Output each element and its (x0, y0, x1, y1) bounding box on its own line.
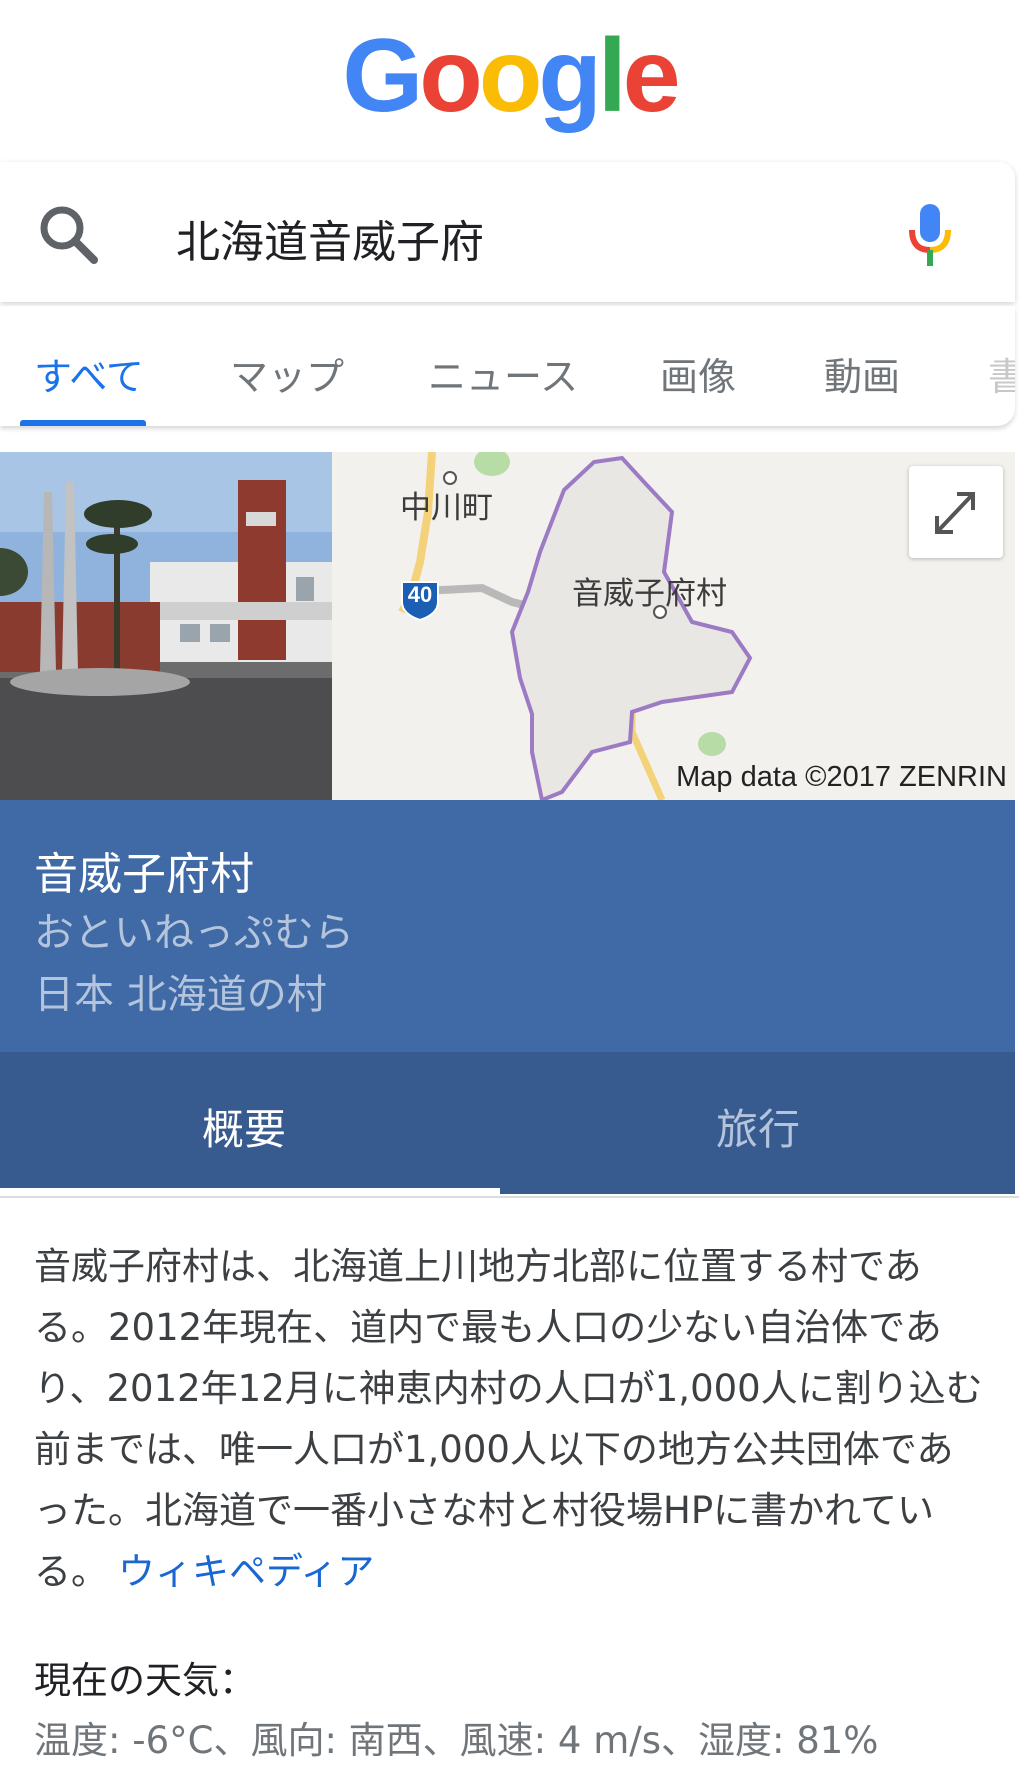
tab-books[interactable]: 書 (988, 346, 1015, 401)
logo-letter: g (538, 18, 602, 134)
entity-type: 日本 北海道の村 (34, 972, 327, 1018)
logo-letter: o (419, 18, 483, 134)
divider (0, 1196, 1019, 1198)
entity-tabs: 概要 旅行 (0, 1052, 1015, 1194)
logo-letter: o (478, 18, 543, 134)
tab-maps[interactable]: マップ (230, 346, 344, 401)
google-logo: Google (0, 14, 1019, 139)
description-text: 音威子府村は、北海道上川地方北部に位置する村である。2012年現在、道内で最も人… (34, 1245, 983, 1593)
tab-travel[interactable]: 旅行 (716, 1096, 800, 1157)
tab-videos[interactable]: 動画 (824, 346, 900, 401)
wikipedia-link[interactable]: ウィキペディア (118, 1550, 374, 1593)
mic-icon[interactable] (906, 200, 954, 270)
search-tabs: すべて マップ ニュース 画像 動画 書 (0, 306, 1015, 426)
active-tab-indicator (0, 1188, 500, 1194)
map-credit: Map data ©2017 ZENRIN (676, 761, 1007, 793)
map-label-village: 音威子府村 (572, 576, 727, 612)
expand-map-button[interactable] (909, 466, 1003, 558)
route-shield: 40 (407, 582, 433, 607)
tab-overview[interactable]: 概要 (202, 1096, 286, 1157)
tab-images[interactable]: 画像 (660, 346, 736, 401)
logo-letter: l (597, 18, 627, 134)
tab-all[interactable]: すべて (34, 346, 144, 401)
active-tab-indicator (20, 420, 146, 426)
logo-letter: e (622, 18, 681, 134)
map-label-town: 中川町 (400, 490, 493, 526)
entity-reading: おといねっぷむら (34, 910, 354, 956)
map-preview[interactable]: 中川町 音威子府村 40 Map data ©2017 ZENRIN (332, 452, 1015, 800)
weather-value: 温度: -6°C、風向: 南西、風速: 4 m/s、湿度: 81% (34, 1719, 879, 1762)
logo-letter: G (342, 18, 423, 134)
description: 音威子府村は、北海道上川地方北部に位置する村である。2012年現在、道内で最も人… (34, 1236, 984, 1602)
weather-heading: 現在の天気： (34, 1659, 256, 1702)
expand-icon (935, 492, 975, 534)
tab-news[interactable]: ニュース (428, 346, 578, 401)
entity-title: 音威子府村 (34, 849, 254, 900)
village-photo[interactable] (0, 452, 332, 800)
search-bar[interactable]: 北海道音威子府 (0, 162, 1015, 302)
search-input[interactable]: 北海道音威子府 (176, 206, 484, 270)
search-icon[interactable] (36, 202, 100, 266)
entity-header: 音威子府村 おといねっぷむら 日本 北海道の村 (0, 800, 1015, 1052)
